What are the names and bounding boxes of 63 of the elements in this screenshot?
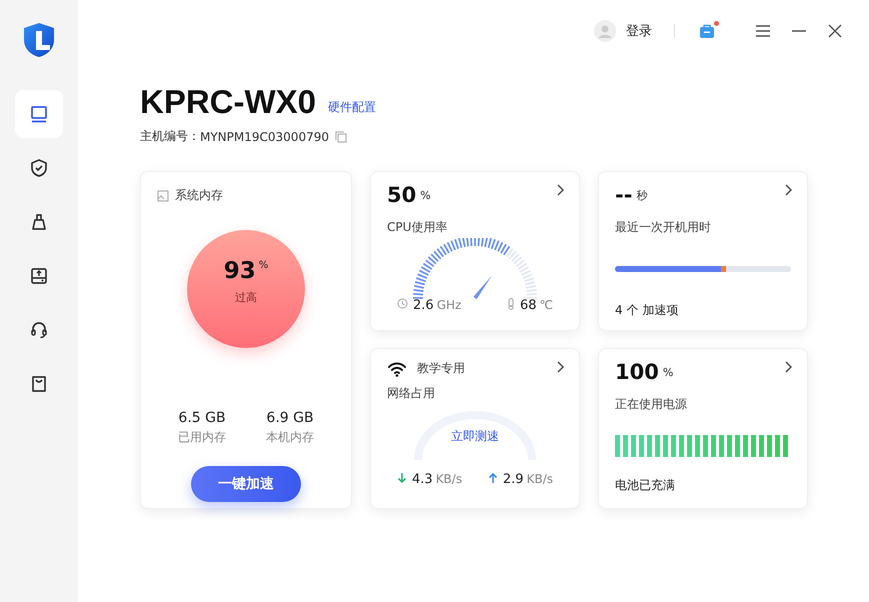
thermometer-icon (506, 298, 515, 310)
minimize-icon (791, 30, 807, 32)
unit-label: 秒 (636, 188, 648, 202)
sidebar-nav-button[interactable] (15, 90, 63, 138)
app-logo (22, 22, 56, 58)
memory-label: 本机内存 (266, 429, 314, 446)
speed-up-items-count: 4 个 加速项 (615, 302, 680, 319)
chevron-right-icon (555, 361, 565, 373)
menu-icon (755, 23, 771, 39)
device-name: KPRC-WX0 (140, 82, 316, 122)
chevron-right-icon (783, 361, 793, 373)
close-icon (827, 23, 843, 39)
drive-icon (29, 266, 49, 286)
serial-label: 主机编号： (140, 128, 200, 145)
gauge-needle (473, 276, 492, 300)
power-source-label: 正在使用电源 (615, 396, 688, 413)
serial-number: MYNPM19C03000790 (200, 130, 329, 144)
battery-percent: 100 (615, 360, 659, 384)
speed-test-link[interactable]: 立即测速 (410, 428, 540, 445)
cpu-percent: 50 (387, 183, 416, 207)
shield-check-icon (29, 158, 49, 178)
boot-time-value: -- (615, 183, 632, 207)
unit-label: KB/s (526, 472, 553, 486)
memory-status: 过高 (235, 290, 257, 305)
image-icon (157, 190, 169, 202)
cpu-frequency: 2.6 (413, 298, 434, 313)
card-title: 系统内存 (175, 187, 223, 204)
menu-button[interactable] (755, 23, 771, 39)
memory-label: 已用内存 (178, 429, 226, 446)
copy-icon (334, 130, 347, 142)
wifi-icon (387, 360, 407, 376)
unit-label: % (420, 188, 431, 202)
cpu-temperature: 68 (520, 298, 537, 313)
minimize-button[interactable] (791, 30, 807, 32)
unit-label: KB/s (436, 472, 462, 486)
network-name: 教学专用 (417, 360, 465, 377)
download-speed: 4.3 (412, 472, 433, 487)
network-usage-label: 网络占用 (387, 385, 436, 402)
cpu-usage-label: CPU使用率 (387, 219, 448, 236)
briefcase-icon[interactable] (699, 24, 715, 38)
memory-value: 6.5 GB (178, 410, 226, 426)
unit-label: GHz (436, 298, 462, 312)
download-arrow-icon (397, 472, 407, 484)
battery-status: 电池已充满 (615, 477, 676, 494)
boot-time-label: 最近一次开机用时 (615, 219, 712, 236)
upload-arrow-icon (488, 472, 498, 484)
chevron-right-icon (555, 184, 565, 196)
upload-speed: 2.9 (502, 472, 524, 487)
clock-icon (397, 298, 408, 309)
broom-icon (29, 212, 49, 232)
laptop-icon (29, 104, 49, 124)
memory-percent: 93 (224, 258, 256, 284)
hardware-config-link[interactable]: 硬件配置 (328, 99, 376, 116)
headset-icon (29, 320, 49, 340)
chevron-right-icon (783, 184, 793, 196)
unit-label: ℃ (540, 298, 553, 312)
memory-value: 6.9 GB (266, 410, 314, 426)
shopping-bag-icon (29, 374, 49, 394)
percent-unit: % (258, 260, 268, 271)
unit-label: % (662, 366, 674, 378)
login-link[interactable]: 登录 (626, 22, 652, 40)
speed-up-button[interactable]: 一键加速 (191, 466, 301, 502)
close-button[interactable] (827, 23, 843, 39)
